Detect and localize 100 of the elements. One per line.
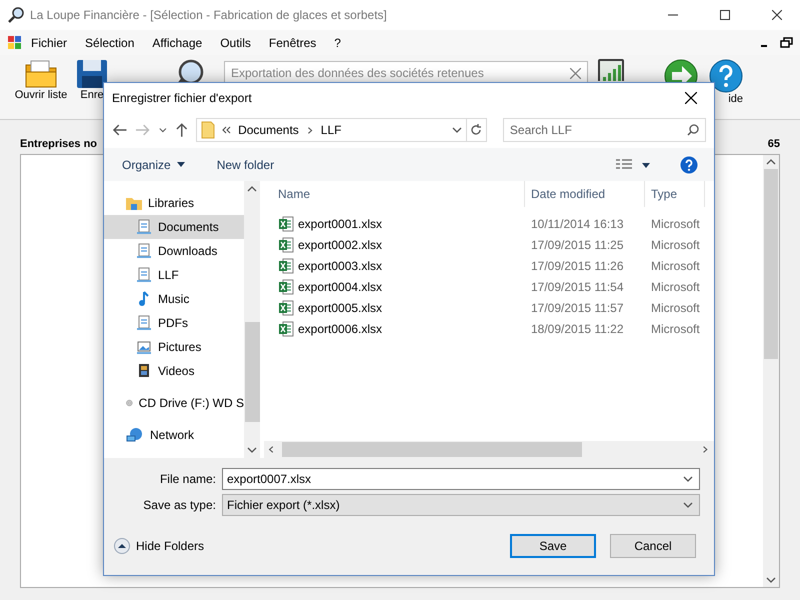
search-icon bbox=[687, 124, 699, 136]
nav-item[interactable]: Documents bbox=[104, 215, 244, 239]
double-chevron-icon bbox=[222, 126, 232, 134]
close-icon bbox=[685, 92, 697, 104]
date-cell-text: 17/09/2015 11:57 bbox=[530, 300, 625, 314]
scroll-down-icon bbox=[247, 447, 257, 454]
spreadsheet-file-icon bbox=[278, 258, 294, 274]
collapse-icon bbox=[114, 538, 130, 554]
folder-icon bbox=[126, 196, 142, 210]
column-header[interactable]: Date modified bbox=[525, 181, 645, 207]
type-cell-text: Microsoft bbox=[650, 322, 701, 336]
nav-item[interactable]: Network bbox=[104, 423, 244, 447]
save-type-label: Save as type: bbox=[142, 498, 217, 512]
date-cell-text: 17/09/2015 11:54 bbox=[530, 280, 625, 294]
nav-item[interactable]: LLF bbox=[104, 263, 244, 287]
nav-item[interactable]: PDFs bbox=[104, 311, 244, 335]
address-bar[interactable]: Documents LLF bbox=[196, 118, 467, 142]
scrollbar[interactable] bbox=[244, 181, 260, 458]
toolbar-button[interactable] bbox=[598, 59, 624, 81]
file-name-cell[interactable]: export0005.xlsx bbox=[264, 300, 525, 316]
scroll-up-icon bbox=[766, 158, 776, 165]
cancel-button[interactable]: Cancel bbox=[610, 534, 696, 558]
scroll-down-icon bbox=[766, 577, 776, 584]
chevron-down-icon bbox=[452, 126, 462, 134]
new-folder-button[interactable]: New folder bbox=[214, 156, 276, 174]
file-name-field[interactable]: export0007.xlsx bbox=[222, 468, 700, 490]
horizontal-scrollbar[interactable] bbox=[264, 441, 714, 458]
folder-icon bbox=[24, 59, 58, 89]
picture-frame-icon bbox=[136, 339, 152, 355]
folder-icon bbox=[201, 121, 216, 139]
menu-item[interactable]: ? bbox=[325, 36, 350, 50]
nav-item[interactable]: Videos bbox=[104, 359, 244, 383]
chevron-down-icon bbox=[683, 476, 693, 482]
type-cell-text: Microsoft bbox=[650, 300, 701, 314]
document-icon bbox=[136, 243, 152, 259]
scroll-left-icon bbox=[268, 446, 276, 453]
breadcrumb-separator-icon bbox=[306, 126, 314, 134]
document-icon bbox=[136, 267, 152, 283]
date-cell-text: 17/09/2015 11:26 bbox=[530, 258, 625, 272]
count-label: 65 bbox=[768, 138, 780, 150]
search-field[interactable]: Search LLF bbox=[502, 118, 706, 142]
column-header[interactable]: Type bbox=[645, 181, 705, 207]
scrollbar[interactable] bbox=[763, 155, 779, 587]
type-cell-text: Microsoft bbox=[650, 258, 701, 272]
file-name-cell[interactable]: export0002.xlsx bbox=[264, 236, 525, 252]
magnifier-icon bbox=[8, 7, 24, 23]
date-cell-text: 10/11/2014 16:13 bbox=[530, 216, 625, 230]
type-cell-text: Microsoft bbox=[650, 280, 701, 294]
menu-item[interactable]: Affichage bbox=[143, 36, 212, 50]
refresh-button[interactable] bbox=[466, 118, 487, 142]
panel-title: Entreprises no bbox=[20, 138, 98, 150]
nav-item[interactable]: Music bbox=[104, 287, 244, 311]
chevron-down-icon bbox=[683, 502, 693, 508]
toolbar-button[interactable]: Ouvrir liste bbox=[12, 59, 70, 101]
view-options-icon[interactable] bbox=[616, 158, 652, 170]
app-icon bbox=[8, 36, 22, 50]
breadcrumb-item[interactable]: Documents bbox=[238, 123, 299, 137]
back-arrow-icon[interactable] bbox=[112, 123, 128, 137]
help-icon[interactable] bbox=[680, 156, 698, 174]
toolbar-button[interactable]: Enre bbox=[76, 59, 108, 101]
file-name-label: File name: bbox=[158, 472, 217, 486]
window-title: La Loupe Financière - [Sélection - Fabrication de glaces et sorbets] bbox=[30, 8, 388, 22]
caret-icon bbox=[176, 162, 185, 167]
spreadsheet-file-icon bbox=[278, 300, 294, 316]
breadcrumb-item[interactable]: LLF bbox=[320, 123, 342, 137]
nav-item[interactable]: Downloads bbox=[104, 239, 244, 263]
date-cell-text: 17/09/2015 11:25 bbox=[530, 238, 625, 252]
refresh-icon bbox=[470, 124, 482, 136]
spreadsheet-file-icon bbox=[278, 278, 294, 294]
file-name-cell[interactable]: export0001.xlsx bbox=[264, 216, 525, 232]
toolbar-button[interactable]: ide bbox=[709, 59, 743, 105]
minimize-icon bbox=[668, 14, 678, 16]
spreadsheet-file-icon bbox=[278, 216, 294, 232]
restore-icon[interactable] bbox=[780, 36, 794, 48]
date-cell-text: 18/09/2015 11:22 bbox=[530, 322, 625, 336]
save-type-select[interactable]: Fichier export (*.xlsx) bbox=[222, 494, 700, 516]
nav-item[interactable]: Pictures bbox=[104, 335, 244, 359]
file-name-cell[interactable]: export0006.xlsx bbox=[264, 320, 525, 336]
clear-icon bbox=[570, 68, 581, 78]
up-arrow-icon[interactable] bbox=[174, 122, 188, 138]
menu-item[interactable]: Fenêtres bbox=[260, 36, 326, 50]
type-cell-text: Microsoft bbox=[650, 216, 701, 230]
scroll-right-icon bbox=[702, 446, 710, 453]
dialog-title: Enregistrer fichier d'export bbox=[112, 90, 252, 104]
organize-button[interactable]: Organize bbox=[120, 156, 187, 174]
column-header[interactable]: Name bbox=[264, 181, 525, 207]
file-name-cell[interactable]: export0003.xlsx bbox=[264, 258, 525, 274]
document-icon bbox=[136, 315, 152, 331]
hide-folders-button[interactable]: Hide Folders bbox=[114, 538, 204, 554]
menu-item[interactable]: Sélection bbox=[76, 36, 144, 50]
menu-item[interactable]: Fichier bbox=[22, 36, 76, 50]
film-icon bbox=[136, 363, 152, 379]
nav-item[interactable]: Libraries bbox=[104, 191, 244, 215]
save-button[interactable]: Save bbox=[510, 534, 596, 558]
file-name-cell[interactable]: export0004.xlsx bbox=[264, 278, 525, 294]
type-cell-text: Microsoft bbox=[650, 238, 701, 252]
nav-item[interactable]: CD Drive (F:) WD S bbox=[104, 391, 244, 415]
network-icon bbox=[126, 427, 144, 443]
menu-item[interactable]: Outils bbox=[211, 36, 260, 50]
spreadsheet-file-icon bbox=[278, 236, 294, 252]
